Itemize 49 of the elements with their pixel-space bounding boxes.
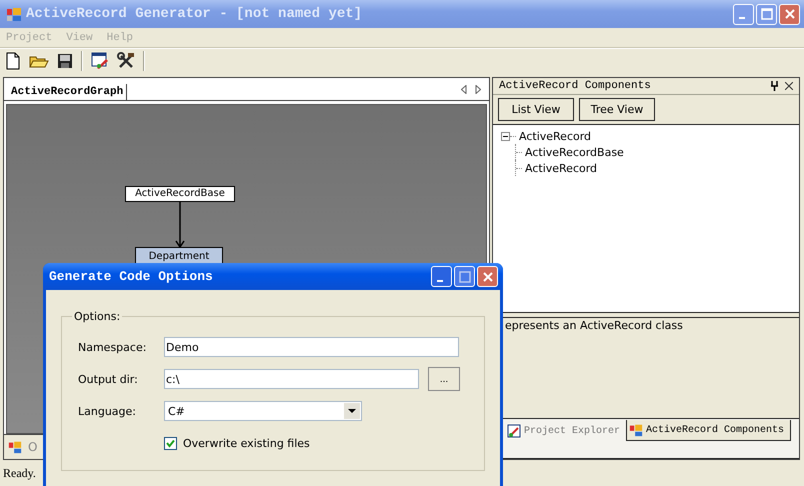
app-icon [6,6,22,22]
checkbox[interactable] [164,437,177,450]
field-label: Output dir: [78,372,139,386]
scroll-left-icon[interactable] [461,85,467,94]
panel-tab[interactable]: Project Explorer [505,421,626,441]
close-icon [482,270,494,282]
class-node[interactable]: ActiveRecordBase [125,186,235,202]
view-button[interactable]: List View [498,98,574,121]
panel-title: ActiveRecord Components [499,80,651,92]
close-icon[interactable] [785,82,793,90]
browse-button[interactable]: ... [428,367,460,391]
new-file-icon[interactable] [5,52,21,70]
tree-item[interactable]: ActiveRecord [525,162,598,174]
inheritance-arrow [175,202,185,248]
maximize-icon [760,8,772,20]
output-dir-field[interactable]: c:\ [164,369,419,389]
description-text: epresents an ActiveRecord class [505,319,683,332]
overwrite-checkbox[interactable]: Overwrite existing files [164,437,474,450]
close-button[interactable] [779,4,800,24]
maximize-icon [458,270,470,282]
scroll-right-icon[interactable] [475,85,481,94]
field-label: Language: [78,404,137,418]
close-button[interactable] [477,266,498,287]
tree-item[interactable]: ActiveRecord [519,130,592,142]
app-icon [8,440,22,454]
save-icon[interactable] [57,53,73,69]
minimize-icon [437,280,443,282]
window-pencil-icon[interactable] [91,52,109,70]
panel-tab[interactable]: ActiveRecord Components [626,420,792,441]
tree-item[interactable]: ActiveRecordBase [525,146,624,158]
namespace-field[interactable]: Demo [164,337,459,357]
minimize-button[interactable] [733,4,754,24]
maximize-button[interactable] [454,266,475,287]
status-text: Ready. [3,466,36,480]
minimize-icon [739,17,745,19]
window-pencil-icon [507,424,521,438]
field-label: Namespace: [78,340,148,354]
language-dropdown[interactable]: C# [164,401,362,421]
expander-icon[interactable] [501,132,510,140]
minimize-button[interactable] [431,266,452,287]
close-icon [784,8,796,20]
document-tab[interactable]: ActiveRecordGraph [8,84,128,100]
maximize-button[interactable] [756,4,777,24]
pin-icon[interactable] [770,81,779,91]
app-icon [629,423,644,437]
tools-icon[interactable] [117,52,135,70]
group-label: Options: [73,310,122,323]
view-button[interactable]: Tree View [579,98,655,121]
window-title: ActiveRecord Generator - [not named yet] [26,6,362,22]
